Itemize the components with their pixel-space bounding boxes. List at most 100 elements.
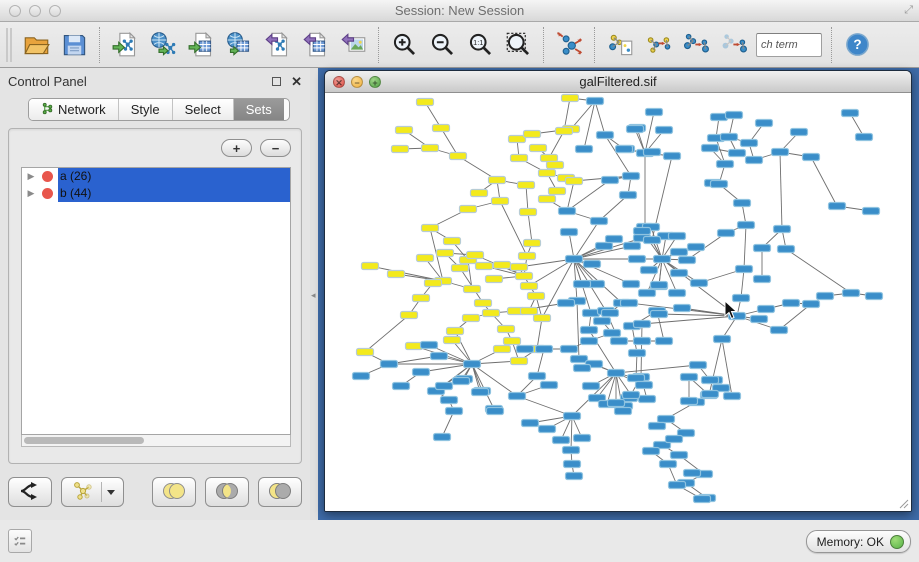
graph-node-blue[interactable] [856, 134, 873, 141]
set-list-item[interactable]: ▶a (26) [22, 168, 290, 185]
graph-edge[interactable] [741, 269, 744, 298]
graph-node-blue[interactable] [574, 365, 591, 372]
add-set-button[interactable]: + [221, 139, 252, 157]
graph-node-blue[interactable] [829, 203, 846, 210]
graph-edge[interactable] [780, 152, 782, 229]
graph-node-blue[interactable] [702, 145, 719, 152]
graph-node-blue[interactable] [718, 230, 735, 237]
graph-edge[interactable] [616, 365, 698, 373]
graph-node-blue[interactable] [472, 389, 489, 396]
graph-node-blue[interactable] [594, 318, 611, 325]
graph-node-yellow[interactable] [460, 206, 477, 213]
graph-node-blue[interactable] [651, 311, 668, 318]
graph-node-yellow[interactable] [511, 264, 528, 271]
graph-node-blue[interactable] [724, 393, 741, 400]
fullscreen-icon[interactable]: ⤢ [904, 4, 913, 17]
graph-node-yellow[interactable] [450, 153, 467, 160]
network-window-titlebar[interactable]: ✕ − + galFiltered.sif [325, 71, 911, 93]
graph-node-blue[interactable] [751, 316, 768, 323]
graph-node-blue[interactable] [564, 413, 581, 420]
graph-node-blue[interactable] [487, 408, 504, 415]
panel-splitter[interactable]: ◂ [310, 68, 318, 520]
graph-node-blue[interactable] [736, 266, 753, 273]
graph-node-yellow[interactable] [417, 255, 434, 262]
graph-node-yellow[interactable] [562, 95, 579, 102]
graph-node-blue[interactable] [559, 208, 576, 215]
graph-node-blue[interactable] [602, 177, 619, 184]
graph-node-blue[interactable] [629, 256, 646, 263]
graph-edge[interactable] [786, 249, 851, 293]
graph-node-blue[interactable] [866, 293, 883, 300]
graph-node-yellow[interactable] [413, 295, 430, 302]
graph-node-yellow[interactable] [422, 145, 439, 152]
merge-networks-button[interactable] [680, 27, 712, 63]
graph-node-blue[interactable] [702, 377, 719, 384]
graph-node-blue[interactable] [746, 157, 763, 164]
graph-node-blue[interactable] [734, 200, 751, 207]
graph-node-yellow[interactable] [444, 238, 461, 245]
graph-node-blue[interactable] [817, 293, 834, 300]
graph-node-yellow[interactable] [471, 190, 488, 197]
graph-node-blue[interactable] [634, 321, 651, 328]
import-table-file-button[interactable] [185, 27, 217, 63]
graph-node-blue[interactable] [666, 436, 683, 443]
network-canvas[interactable] [325, 93, 911, 511]
zoom-fit-selected-button[interactable] [502, 27, 534, 63]
tab-network[interactable]: Network [29, 99, 119, 120]
graph-node-blue[interactable] [624, 243, 641, 250]
save-session-button[interactable] [58, 27, 90, 63]
graph-node-blue[interactable] [756, 120, 773, 127]
graph-node-blue[interactable] [574, 435, 591, 442]
graph-node-yellow[interactable] [494, 262, 511, 269]
graph-node-blue[interactable] [629, 350, 646, 357]
graph-node-yellow[interactable] [486, 276, 503, 283]
graph-node-yellow[interactable] [556, 128, 573, 135]
intersect-sets-button[interactable] [205, 477, 249, 507]
scrollbar-thumb[interactable] [24, 437, 144, 444]
graph-node-blue[interactable] [671, 270, 688, 277]
graph-node-blue[interactable] [431, 353, 448, 360]
graph-node-blue[interactable] [453, 378, 470, 385]
graph-node-yellow[interactable] [463, 315, 480, 322]
union-sets-button[interactable] [152, 477, 196, 507]
graph-node-yellow[interactable] [541, 155, 558, 162]
graph-node-yellow[interactable] [357, 349, 374, 356]
zoom-in-button[interactable] [388, 27, 420, 63]
export-image-button[interactable] [337, 27, 369, 63]
graph-node-blue[interactable] [602, 310, 619, 317]
graph-node-blue[interactable] [843, 290, 860, 297]
graph-node-blue[interactable] [446, 408, 463, 415]
close-panel-icon[interactable]: ✕ [291, 75, 302, 88]
graph-node-yellow[interactable] [476, 263, 493, 270]
graph-node-blue[interactable] [690, 362, 707, 369]
graph-node-blue[interactable] [754, 245, 771, 252]
graph-node-blue[interactable] [413, 369, 430, 376]
compare-networks-button[interactable] [642, 27, 674, 63]
graph-node-blue[interactable] [566, 473, 583, 480]
graph-edge[interactable] [811, 157, 837, 206]
graph-edge[interactable] [744, 225, 746, 269]
graph-node-blue[interactable] [644, 149, 661, 156]
graph-node-yellow[interactable] [504, 338, 521, 345]
graph-node-blue[interactable] [529, 373, 546, 380]
open-session-button[interactable] [20, 27, 52, 63]
zoom-actual-button[interactable]: 1:1 [464, 27, 496, 63]
graph-node-blue[interactable] [639, 396, 656, 403]
graph-node-blue[interactable] [522, 420, 539, 427]
graph-node-blue[interactable] [681, 398, 698, 405]
graph-node-blue[interactable] [553, 437, 570, 444]
split-sets-button[interactable] [8, 477, 52, 507]
graph-node-yellow[interactable] [467, 252, 484, 259]
graph-node-blue[interactable] [664, 153, 681, 160]
import-network-url-button[interactable] [147, 27, 179, 63]
graph-node-blue[interactable] [381, 361, 398, 368]
splitter-grip-icon[interactable]: ◂ [311, 290, 316, 301]
zoom-out-button[interactable] [426, 27, 458, 63]
graph-node-blue[interactable] [671, 452, 688, 459]
graph-node-blue[interactable] [674, 305, 691, 312]
graph-node-blue[interactable] [434, 434, 451, 441]
graph-node-blue[interactable] [791, 129, 808, 136]
graph-node-blue[interactable] [634, 338, 651, 345]
graph-node-blue[interactable] [726, 112, 743, 119]
graph-node-blue[interactable] [660, 461, 677, 468]
